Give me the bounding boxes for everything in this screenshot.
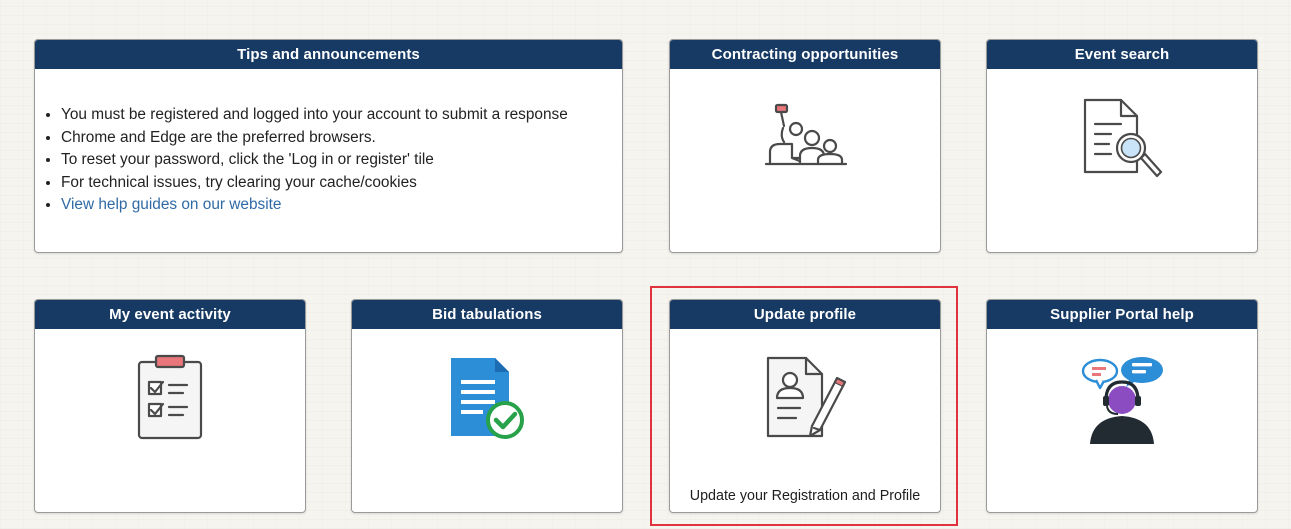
tips-list: You must be registered and logged into y… <box>35 104 612 217</box>
people-raising-hand-icon <box>764 103 848 166</box>
document-search-icon <box>1083 98 1163 178</box>
profile-edit-icon <box>766 356 847 438</box>
tile-description: Update your Registration and Profile <box>689 488 921 504</box>
support-agent-icon <box>1081 357 1163 444</box>
tile-supplier-portal-help[interactable]: Supplier Portal help <box>986 299 1258 513</box>
tile-tips-and-announcements[interactable]: Tips and announcements You must be regis… <box>34 39 623 253</box>
tile-title: Supplier Portal help <box>987 300 1257 329</box>
tip-item: Chrome and Edge are the preferred browse… <box>61 127 612 150</box>
tile-my-event-activity[interactable]: My event activity <box>34 299 306 513</box>
tile-title: Tips and announcements <box>35 40 622 69</box>
tile-contracting-opportunities[interactable]: Contracting opportunities <box>669 39 941 253</box>
tile-title: Bid tabulations <box>352 300 622 329</box>
tile-title: Update profile <box>670 300 940 329</box>
document-checkmark-icon <box>451 358 524 439</box>
tile-event-search[interactable]: Event search <box>986 39 1258 253</box>
tile-update-profile[interactable]: Update profile Update your Registration … <box>669 299 941 513</box>
tip-item: You must be registered and logged into y… <box>61 104 612 127</box>
tile-bid-tabulations[interactable]: Bid tabulations <box>351 299 623 513</box>
tile-title: My event activity <box>35 300 305 329</box>
tile-title: Event search <box>987 40 1257 69</box>
tip-item: For technical issues, try clearing your … <box>61 172 612 195</box>
tile-title: Contracting opportunities <box>670 40 940 69</box>
tip-item: To reset your password, click the 'Log i… <box>61 149 612 172</box>
tip-item-link: View help guides on our website <box>61 194 612 217</box>
help-guides-link[interactable]: View help guides on our website <box>61 196 281 213</box>
clipboard-checklist-icon <box>137 354 203 440</box>
